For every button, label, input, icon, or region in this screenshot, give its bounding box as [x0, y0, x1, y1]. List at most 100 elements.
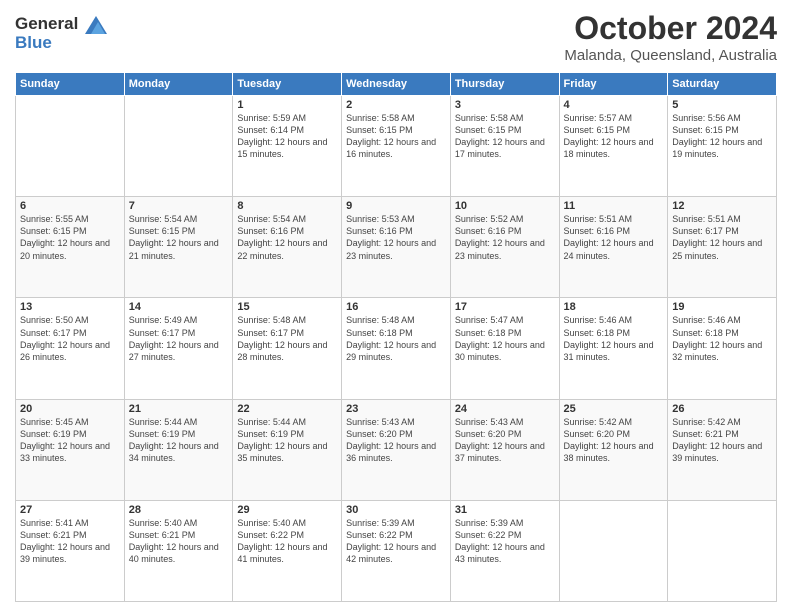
day-cell-4-7: 26Sunrise: 5:42 AMSunset: 6:21 PMDayligh… — [668, 399, 777, 500]
day-info: Sunrise: 5:42 AMSunset: 6:20 PMDaylight:… — [564, 416, 664, 465]
day-number: 11 — [564, 200, 664, 212]
day-cell-5-5: 31Sunrise: 5:39 AMSunset: 6:22 PMDayligh… — [450, 500, 559, 601]
day-cell-3-6: 18Sunrise: 5:46 AMSunset: 6:18 PMDayligh… — [559, 298, 668, 399]
day-info: Sunrise: 5:54 AMSunset: 6:16 PMDaylight:… — [237, 213, 337, 262]
day-cell-4-2: 21Sunrise: 5:44 AMSunset: 6:19 PMDayligh… — [124, 399, 233, 500]
header-thursday: Thursday — [450, 73, 559, 96]
day-cell-5-2: 28Sunrise: 5:40 AMSunset: 6:21 PMDayligh… — [124, 500, 233, 601]
day-cell-4-5: 24Sunrise: 5:43 AMSunset: 6:20 PMDayligh… — [450, 399, 559, 500]
day-number: 25 — [564, 403, 664, 415]
day-number: 27 — [20, 504, 120, 516]
day-info: Sunrise: 5:39 AMSunset: 6:22 PMDaylight:… — [346, 517, 446, 566]
location-title: Malanda, Queensland, Australia — [564, 47, 777, 64]
header-monday: Monday — [124, 73, 233, 96]
day-cell-1-3: 1Sunrise: 5:59 AMSunset: 6:14 PMDaylight… — [233, 96, 342, 197]
day-number: 12 — [672, 200, 772, 212]
header: General Blue October 2024 Malanda, Queen… — [15, 10, 777, 64]
day-number: 30 — [346, 504, 446, 516]
day-cell-5-3: 29Sunrise: 5:40 AMSunset: 6:22 PMDayligh… — [233, 500, 342, 601]
day-number: 4 — [564, 99, 664, 111]
day-cell-3-7: 19Sunrise: 5:46 AMSunset: 6:18 PMDayligh… — [668, 298, 777, 399]
day-number: 14 — [129, 301, 229, 313]
day-info: Sunrise: 5:52 AMSunset: 6:16 PMDaylight:… — [455, 213, 555, 262]
header-sunday: Sunday — [16, 73, 125, 96]
day-number: 26 — [672, 403, 772, 415]
day-cell-3-4: 16Sunrise: 5:48 AMSunset: 6:18 PMDayligh… — [342, 298, 451, 399]
day-info: Sunrise: 5:42 AMSunset: 6:21 PMDaylight:… — [672, 416, 772, 465]
day-cell-4-6: 25Sunrise: 5:42 AMSunset: 6:20 PMDayligh… — [559, 399, 668, 500]
day-info: Sunrise: 5:57 AMSunset: 6:15 PMDaylight:… — [564, 112, 664, 161]
day-info: Sunrise: 5:55 AMSunset: 6:15 PMDaylight:… — [20, 213, 120, 262]
day-cell-2-1: 6Sunrise: 5:55 AMSunset: 6:15 PMDaylight… — [16, 197, 125, 298]
day-info: Sunrise: 5:43 AMSunset: 6:20 PMDaylight:… — [455, 416, 555, 465]
day-cell-2-2: 7Sunrise: 5:54 AMSunset: 6:15 PMDaylight… — [124, 197, 233, 298]
day-info: Sunrise: 5:58 AMSunset: 6:15 PMDaylight:… — [455, 112, 555, 161]
day-number: 24 — [455, 403, 555, 415]
logo-blue: Blue — [15, 33, 52, 52]
day-cell-4-4: 23Sunrise: 5:43 AMSunset: 6:20 PMDayligh… — [342, 399, 451, 500]
day-cell-4-3: 22Sunrise: 5:44 AMSunset: 6:19 PMDayligh… — [233, 399, 342, 500]
day-number: 8 — [237, 200, 337, 212]
day-number: 29 — [237, 504, 337, 516]
day-info: Sunrise: 5:53 AMSunset: 6:16 PMDaylight:… — [346, 213, 446, 262]
month-title: October 2024 — [564, 10, 777, 47]
day-number: 5 — [672, 99, 772, 111]
day-info: Sunrise: 5:48 AMSunset: 6:18 PMDaylight:… — [346, 314, 446, 363]
day-number: 9 — [346, 200, 446, 212]
day-cell-2-3: 8Sunrise: 5:54 AMSunset: 6:16 PMDaylight… — [233, 197, 342, 298]
day-number: 13 — [20, 301, 120, 313]
weekday-header-row: Sunday Monday Tuesday Wednesday Thursday… — [16, 73, 777, 96]
day-number: 23 — [346, 403, 446, 415]
day-number: 19 — [672, 301, 772, 313]
day-cell-2-7: 12Sunrise: 5:51 AMSunset: 6:17 PMDayligh… — [668, 197, 777, 298]
day-number: 20 — [20, 403, 120, 415]
day-cell-1-4: 2Sunrise: 5:58 AMSunset: 6:15 PMDaylight… — [342, 96, 451, 197]
day-number: 7 — [129, 200, 229, 212]
day-info: Sunrise: 5:48 AMSunset: 6:17 PMDaylight:… — [237, 314, 337, 363]
day-info: Sunrise: 5:41 AMSunset: 6:21 PMDaylight:… — [20, 517, 120, 566]
day-cell-1-1 — [16, 96, 125, 197]
day-info: Sunrise: 5:59 AMSunset: 6:14 PMDaylight:… — [237, 112, 337, 161]
day-info: Sunrise: 5:40 AMSunset: 6:21 PMDaylight:… — [129, 517, 229, 566]
day-number: 6 — [20, 200, 120, 212]
day-cell-3-3: 15Sunrise: 5:48 AMSunset: 6:17 PMDayligh… — [233, 298, 342, 399]
day-info: Sunrise: 5:46 AMSunset: 6:18 PMDaylight:… — [564, 314, 664, 363]
header-wednesday: Wednesday — [342, 73, 451, 96]
day-info: Sunrise: 5:43 AMSunset: 6:20 PMDaylight:… — [346, 416, 446, 465]
logo: General Blue — [15, 14, 107, 52]
week-row-4: 20Sunrise: 5:45 AMSunset: 6:19 PMDayligh… — [16, 399, 777, 500]
day-number: 28 — [129, 504, 229, 516]
day-info: Sunrise: 5:40 AMSunset: 6:22 PMDaylight:… — [237, 517, 337, 566]
day-info: Sunrise: 5:50 AMSunset: 6:17 PMDaylight:… — [20, 314, 120, 363]
day-cell-3-1: 13Sunrise: 5:50 AMSunset: 6:17 PMDayligh… — [16, 298, 125, 399]
day-cell-1-7: 5Sunrise: 5:56 AMSunset: 6:15 PMDaylight… — [668, 96, 777, 197]
day-cell-5-7 — [668, 500, 777, 601]
week-row-2: 6Sunrise: 5:55 AMSunset: 6:15 PMDaylight… — [16, 197, 777, 298]
calendar-table: Sunday Monday Tuesday Wednesday Thursday… — [15, 72, 777, 602]
day-cell-1-6: 4Sunrise: 5:57 AMSunset: 6:15 PMDaylight… — [559, 96, 668, 197]
day-cell-1-2 — [124, 96, 233, 197]
day-cell-3-5: 17Sunrise: 5:47 AMSunset: 6:18 PMDayligh… — [450, 298, 559, 399]
day-cell-5-1: 27Sunrise: 5:41 AMSunset: 6:21 PMDayligh… — [16, 500, 125, 601]
day-number: 18 — [564, 301, 664, 313]
day-info: Sunrise: 5:47 AMSunset: 6:18 PMDaylight:… — [455, 314, 555, 363]
day-cell-2-4: 9Sunrise: 5:53 AMSunset: 6:16 PMDaylight… — [342, 197, 451, 298]
day-info: Sunrise: 5:51 AMSunset: 6:16 PMDaylight:… — [564, 213, 664, 262]
day-info: Sunrise: 5:46 AMSunset: 6:18 PMDaylight:… — [672, 314, 772, 363]
day-number: 10 — [455, 200, 555, 212]
header-saturday: Saturday — [668, 73, 777, 96]
day-number: 21 — [129, 403, 229, 415]
title-block: October 2024 Malanda, Queensland, Austra… — [564, 10, 777, 64]
header-tuesday: Tuesday — [233, 73, 342, 96]
day-cell-1-5: 3Sunrise: 5:58 AMSunset: 6:15 PMDaylight… — [450, 96, 559, 197]
day-cell-5-6 — [559, 500, 668, 601]
day-number: 17 — [455, 301, 555, 313]
day-cell-2-5: 10Sunrise: 5:52 AMSunset: 6:16 PMDayligh… — [450, 197, 559, 298]
logo-icon — [85, 16, 107, 34]
calendar-page: General Blue October 2024 Malanda, Queen… — [0, 0, 792, 612]
week-row-1: 1Sunrise: 5:59 AMSunset: 6:14 PMDaylight… — [16, 96, 777, 197]
day-info: Sunrise: 5:39 AMSunset: 6:22 PMDaylight:… — [455, 517, 555, 566]
day-cell-2-6: 11Sunrise: 5:51 AMSunset: 6:16 PMDayligh… — [559, 197, 668, 298]
day-info: Sunrise: 5:49 AMSunset: 6:17 PMDaylight:… — [129, 314, 229, 363]
day-number: 3 — [455, 99, 555, 111]
